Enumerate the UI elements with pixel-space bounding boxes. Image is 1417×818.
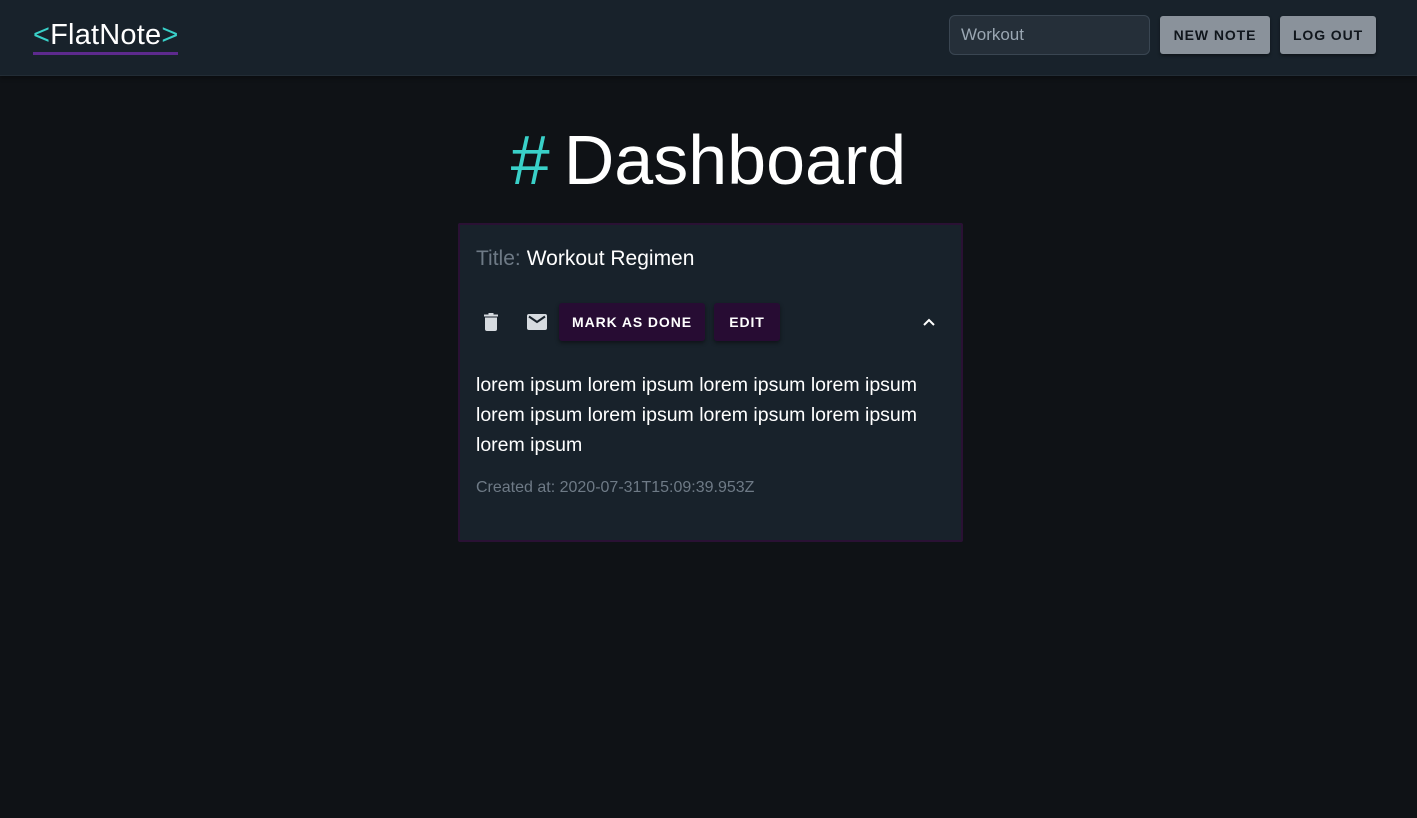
collapse-button[interactable] bbox=[912, 303, 946, 341]
title-hash: # bbox=[510, 121, 550, 199]
delete-button[interactable] bbox=[474, 303, 508, 341]
logo-open-bracket: < bbox=[33, 19, 51, 51]
search-input[interactable] bbox=[949, 15, 1150, 55]
chevron-up-icon bbox=[923, 318, 935, 326]
edit-button[interactable]: EDIT bbox=[714, 303, 780, 341]
app-bar: <FlatNote> NEW NOTE LOG OUT bbox=[0, 0, 1417, 76]
note-body: lorem ipsum lorem ipsum lorem ipsum lore… bbox=[476, 374, 918, 456]
note-created-at: Created at: 2020-07-31T15:09:39.953Z bbox=[476, 479, 755, 496]
page-title: # Dashboard bbox=[0, 118, 1417, 202]
log-out-button[interactable]: LOG OUT bbox=[1280, 16, 1376, 54]
logo-name: FlatNote bbox=[50, 19, 162, 51]
mail-icon bbox=[527, 314, 547, 330]
note-title: Title: Workout Regimen bbox=[476, 245, 694, 273]
app-logo[interactable]: <FlatNote> bbox=[33, 18, 179, 55]
title-text: Dashboard bbox=[563, 121, 907, 199]
mark-as-done-button[interactable]: MARK AS DONE bbox=[559, 303, 705, 341]
email-button[interactable] bbox=[520, 303, 554, 341]
note-title-label: Title: bbox=[476, 247, 521, 270]
logo-close-bracket: > bbox=[161, 19, 179, 51]
trash-icon bbox=[484, 313, 498, 331]
new-note-button[interactable]: NEW NOTE bbox=[1160, 16, 1270, 54]
note-title-value: Workout Regimen bbox=[526, 247, 695, 270]
note-card: Title: Workout Regimen MARK AS DONE EDIT … bbox=[458, 223, 963, 542]
